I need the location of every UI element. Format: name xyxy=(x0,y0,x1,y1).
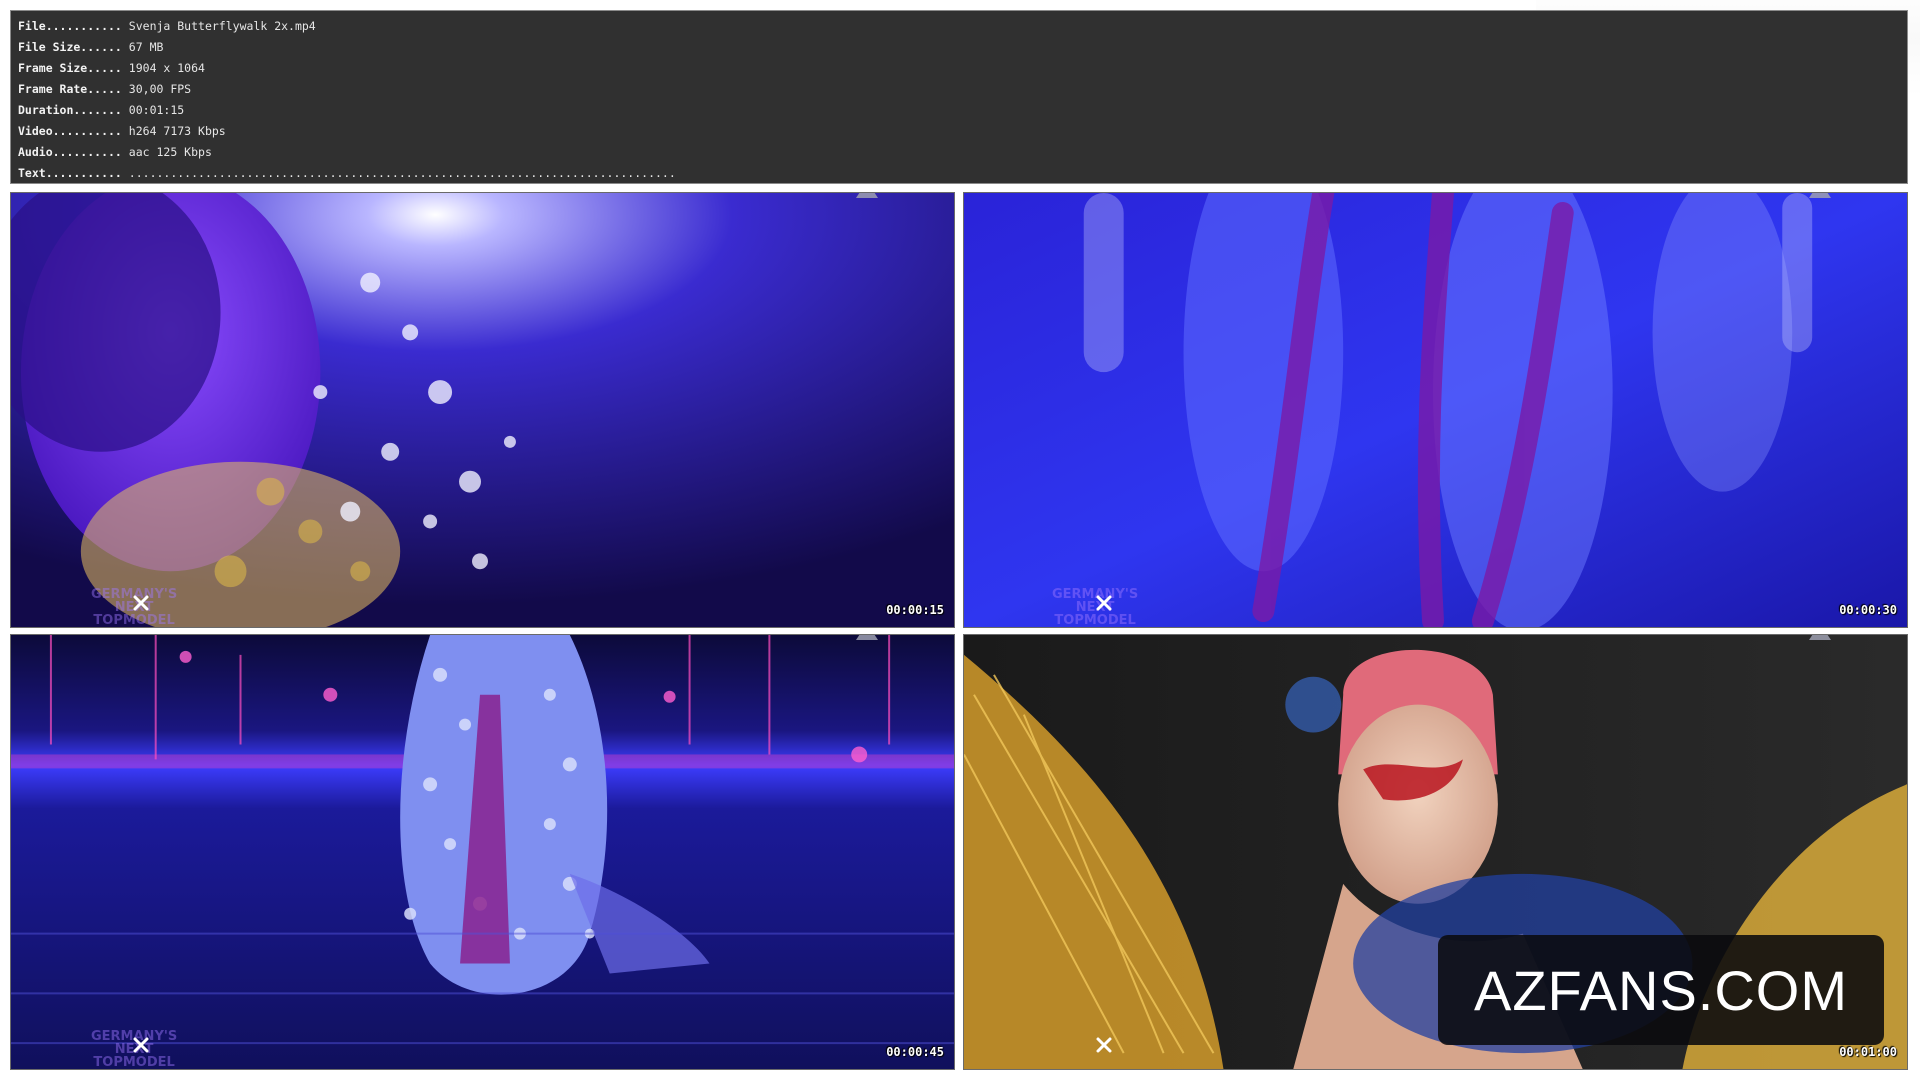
thumbnail-timecode: 00:00:45 xyxy=(886,1045,944,1059)
info-value: 00:01:15 xyxy=(128,103,185,117)
info-value: Svenja Butterflywalk 2x.mp4 xyxy=(128,19,316,33)
info-key: Audio.......... xyxy=(18,145,122,159)
info-key: Duration....... xyxy=(18,103,122,117)
video-thumbnail[interactable]: GERMANY'S NEXT TOPMODEL 00:00:15 xyxy=(10,192,955,628)
thumbnail-timecode: 00:01:00 xyxy=(1839,1045,1897,1059)
thumbnail-timecode: 00:00:15 xyxy=(886,603,944,617)
info-value: 30,00 FPS xyxy=(128,82,192,96)
info-key: File........... xyxy=(18,19,122,33)
info-value: aac 125 Kbps xyxy=(128,145,212,159)
video-thumbnail[interactable]: GERMANY'S NEXT TOPMODEL 00:00:45 xyxy=(10,634,955,1070)
info-row-video: Video.......... h264 7173 Kbps xyxy=(18,121,676,142)
close-x-icon[interactable] xyxy=(1094,1035,1114,1055)
thumbnail-timecode: 00:00:30 xyxy=(1839,603,1897,617)
thumbnail-image-portrait-violet xyxy=(11,193,954,627)
info-value: ........................................… xyxy=(128,166,676,180)
info-row-text: Text........... ........................… xyxy=(18,163,676,184)
tab-marker-icon xyxy=(856,193,878,198)
thumbnail-image-runway-stage xyxy=(11,635,954,1069)
close-x-icon[interactable] xyxy=(131,1035,151,1055)
info-key: Frame Rate..... xyxy=(18,82,122,96)
info-row-duration: Duration....... 00:01:15 xyxy=(18,100,676,121)
info-key: Video.......... xyxy=(18,124,122,138)
video-thumbnail[interactable]: GERMANY'S NEXT TOPMODEL 00:00:30 xyxy=(963,192,1908,628)
close-x-icon[interactable] xyxy=(1094,593,1114,613)
contact-sheet: File........... Svenja Butterflywalk 2x.… xyxy=(0,0,1920,1080)
tab-marker-icon xyxy=(1809,635,1831,640)
thumbnail-image-runway-blue xyxy=(964,193,1907,627)
media-info-panel: File........... Svenja Butterflywalk 2x.… xyxy=(10,10,1908,184)
info-key: Frame Size..... xyxy=(18,61,122,75)
info-row-audio: Audio.......... aac 125 Kbps xyxy=(18,142,676,163)
site-watermark: AZFANS.COM xyxy=(1438,935,1884,1045)
info-row-frame-rate: Frame Rate..... 30,00 FPS xyxy=(18,79,676,100)
info-row-frame-size: Frame Size..... 1904 x 1064 xyxy=(18,58,676,79)
tab-marker-icon xyxy=(1809,193,1831,198)
tab-marker-icon xyxy=(856,635,878,640)
close-x-icon[interactable] xyxy=(131,593,151,613)
info-row-file-size: File Size...... 67 MB xyxy=(18,37,676,58)
media-info-list: File........... Svenja Butterflywalk 2x.… xyxy=(18,16,676,184)
info-value: 1904 x 1064 xyxy=(128,61,205,75)
info-key: File Size...... xyxy=(18,40,122,54)
info-row-file: File........... Svenja Butterflywalk 2x.… xyxy=(18,16,676,37)
info-value: h264 7173 Kbps xyxy=(128,124,226,138)
watermark-text: AZFANS.COM xyxy=(1473,958,1849,1022)
info-key: Text........... xyxy=(18,166,122,180)
info-value: 67 MB xyxy=(128,40,164,54)
